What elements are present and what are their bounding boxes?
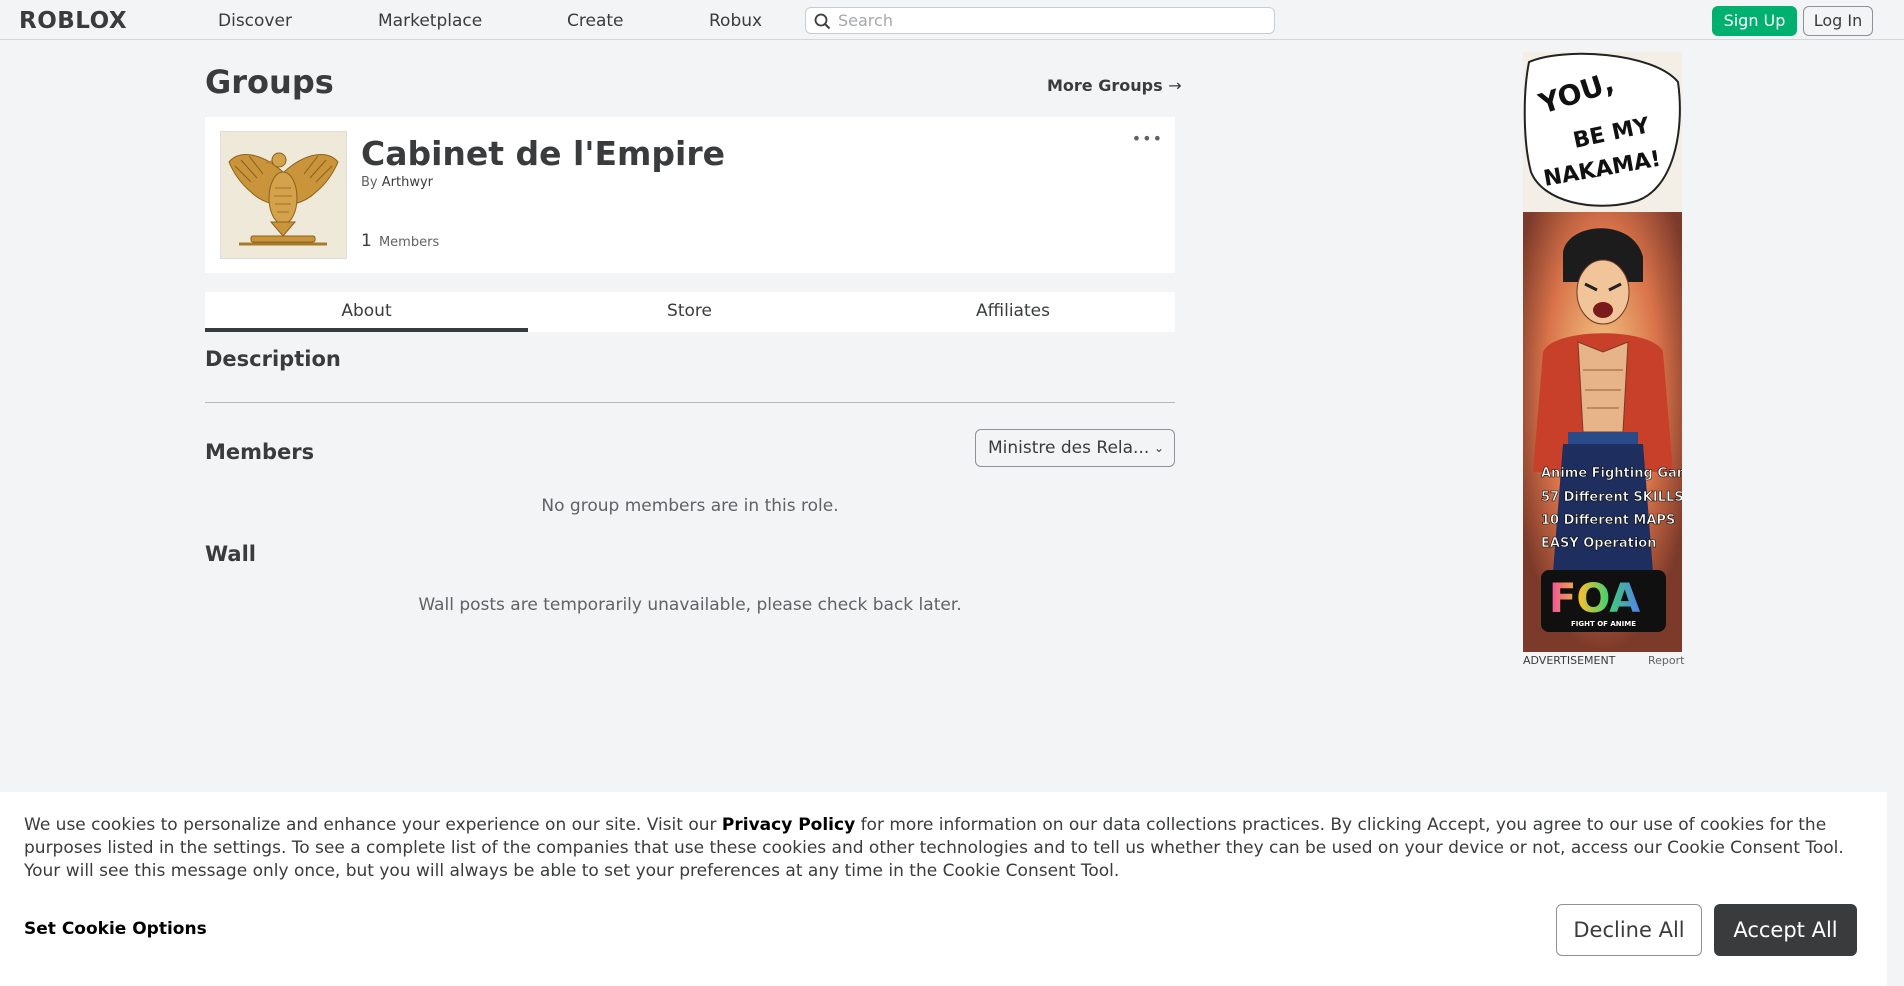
- group-name: Cabinet de l'Empire: [361, 134, 725, 173]
- wall-heading: Wall: [205, 542, 256, 566]
- nav-create[interactable]: Create: [567, 11, 624, 31]
- wall-empty-message: Wall posts are temporarily unavailable, …: [418, 595, 962, 615]
- ad-brand-logo: FOA: [1549, 576, 1640, 622]
- role-dropdown[interactable]: Ministre des Rela... ⌄: [975, 429, 1175, 467]
- tab-affiliates[interactable]: Affiliates: [851, 292, 1175, 332]
- tab-about[interactable]: About: [205, 292, 528, 332]
- more-groups-label: More Groups: [1047, 76, 1163, 95]
- nav-robux[interactable]: Robux: [709, 11, 762, 31]
- tab-store[interactable]: Store: [528, 292, 851, 332]
- anime-ad-image: YOU, BE MY NAKAMA! Anime Fighting Game 5…: [1523, 52, 1682, 652]
- members-heading: Members: [205, 440, 315, 464]
- group-owner-link[interactable]: Arthwyr: [382, 175, 433, 190]
- ad-feature-3: 10 Different MAPS: [1541, 513, 1675, 528]
- cookie-text-before: We use cookies to personalize and enhanc…: [24, 815, 722, 835]
- ad-brand-sub: FIGHT OF ANIME: [1571, 620, 1636, 628]
- nav-marketplace[interactable]: Marketplace: [378, 11, 482, 31]
- ad-report-link[interactable]: Report: [1648, 654, 1684, 667]
- role-dropdown-value: Ministre des Rela...: [988, 438, 1150, 458]
- eagle-emblem-icon: [221, 132, 346, 258]
- privacy-policy-link[interactable]: Privacy Policy: [722, 815, 855, 835]
- advertisement-banner[interactable]: YOU, BE MY NAKAMA! Anime Fighting Game 5…: [1523, 52, 1682, 652]
- decline-all-button[interactable]: Decline All: [1556, 904, 1702, 956]
- group-member-count: 1 Members: [361, 231, 439, 251]
- advertisement-label: ADVERTISEMENT: [1523, 654, 1616, 667]
- chevron-down-icon: ⌄: [1153, 441, 1164, 455]
- group-header-card: Cabinet de l'Empire By Arthwyr 1 Members…: [205, 117, 1175, 273]
- search-input[interactable]: [838, 10, 1268, 31]
- ad-feature-2: 57 Different SKILLS: [1541, 490, 1682, 505]
- log-in-button[interactable]: Log In: [1803, 6, 1873, 36]
- nav-discover[interactable]: Discover: [218, 11, 292, 31]
- arrow-right-icon: →: [1168, 76, 1182, 95]
- members-empty-message: No group members are in this role.: [541, 496, 839, 516]
- sign-up-button[interactable]: Sign Up: [1712, 6, 1797, 36]
- top-navigation-bar: ROBLOX Discover Marketplace Create Robux…: [0, 0, 1904, 40]
- roblox-logo[interactable]: ROBLOX: [19, 8, 127, 34]
- member-count-value: 1: [361, 231, 372, 251]
- group-tabs: About Store Affiliates: [205, 292, 1175, 332]
- ad-feature-1: Anime Fighting Game: [1541, 466, 1682, 481]
- group-owner-line: By Arthwyr: [361, 175, 433, 190]
- section-divider: [205, 402, 1175, 403]
- ad-feature-4: EASY Operation: [1541, 536, 1656, 551]
- cookie-message: We use cookies to personalize and enhanc…: [24, 814, 1864, 883]
- group-emblem: [220, 131, 347, 259]
- member-count-label: Members: [378, 235, 440, 250]
- more-groups-link[interactable]: More Groups →: [1047, 76, 1182, 95]
- accept-all-button[interactable]: Accept All: [1714, 904, 1857, 956]
- search-box: [805, 7, 1275, 34]
- cookie-consent-banner: We use cookies to personalize and enhanc…: [0, 792, 1887, 986]
- set-cookie-options-link[interactable]: Set Cookie Options: [24, 919, 207, 939]
- search-icon: [814, 13, 831, 30]
- description-heading: Description: [205, 347, 341, 371]
- page-title: Groups: [205, 63, 334, 101]
- by-prefix: By: [361, 175, 378, 190]
- more-options-icon[interactable]: •••: [1132, 129, 1163, 148]
